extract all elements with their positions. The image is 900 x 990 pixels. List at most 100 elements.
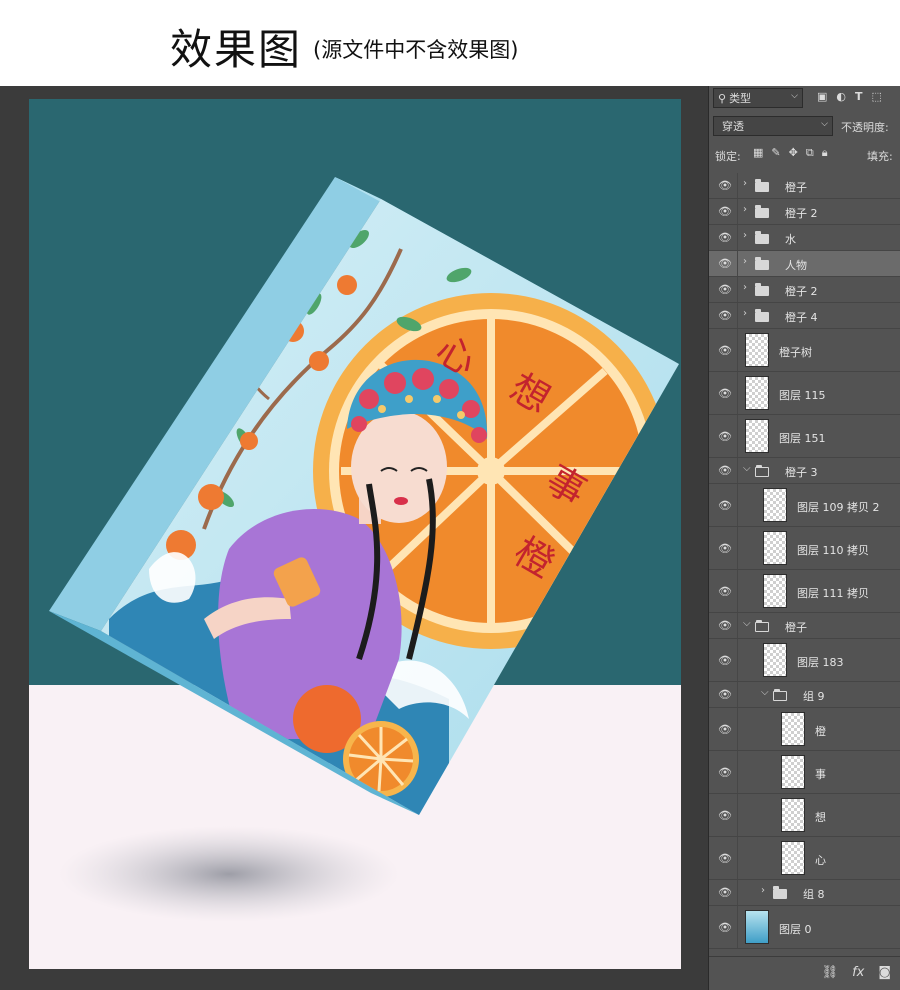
layer-row[interactable]: 👁︎ 事: [709, 751, 900, 794]
shape-filter-icon[interactable]: ⬚: [872, 90, 882, 103]
visibility-divider: [737, 303, 738, 328]
eye-icon[interactable]: 👁︎: [716, 809, 734, 822]
chevron-right-icon[interactable]: ›: [743, 308, 747, 319]
folder-icon: [755, 620, 769, 632]
chevron-right-icon[interactable]: ›: [743, 256, 747, 267]
visibility-divider: [737, 682, 738, 707]
visibility-divider: [737, 906, 738, 948]
link-icon[interactable]: ⛓: [822, 965, 839, 980]
layer-group-row[interactable]: 👁︎ › 橙子: [709, 173, 900, 199]
layer-thumbnail: [763, 488, 787, 522]
eye-icon[interactable]: 👁︎: [716, 886, 734, 899]
lock-position-icon[interactable]: ✥: [789, 146, 798, 160]
lock-all-icon[interactable]: 🔒︎: [822, 146, 828, 160]
layer-group-row[interactable]: 👁︎ › 人物: [709, 251, 900, 277]
layer-row[interactable]: 👁︎ 想: [709, 794, 900, 837]
panel-footer: ⛓ fx ◙: [709, 956, 900, 990]
eye-icon[interactable]: 👁︎: [716, 344, 734, 357]
visibility-divider: [737, 415, 738, 457]
eye-icon[interactable]: 👁︎: [716, 585, 734, 598]
layer-group-row[interactable]: 👁︎ ⌵ 橙子 3: [709, 458, 900, 484]
layer-group-row[interactable]: 👁︎ ⌵ 橙子: [709, 613, 900, 639]
layer-row[interactable]: 👁︎ 图层 0: [709, 906, 900, 949]
eye-icon[interactable]: 👁︎: [716, 654, 734, 667]
layer-thumbnail: [763, 531, 787, 565]
chevron-right-icon[interactable]: ›: [761, 885, 765, 896]
eye-icon[interactable]: 👁︎: [716, 257, 734, 270]
eye-icon[interactable]: 👁︎: [716, 430, 734, 443]
chevron-down-icon[interactable]: ⌵: [761, 687, 769, 698]
eye-icon[interactable]: 👁︎: [716, 231, 734, 244]
eye-icon[interactable]: 👁︎: [716, 309, 734, 322]
chevron-right-icon[interactable]: ›: [743, 204, 747, 215]
layer-name: 图层 109 拷贝 2: [797, 500, 880, 514]
visibility-divider: [737, 277, 738, 302]
layer-row[interactable]: 👁︎ 橙: [709, 708, 900, 751]
layer-name: 橙子 4: [785, 311, 818, 324]
layer-name: 图层 183: [797, 655, 844, 669]
chevron-down-icon[interactable]: ⌵: [743, 618, 751, 629]
visibility-divider: [737, 199, 738, 224]
eye-icon[interactable]: 👁︎: [716, 542, 734, 555]
layer-group-row[interactable]: 👁︎ › 橙子 4: [709, 303, 900, 329]
visibility-divider: [737, 251, 738, 276]
visibility-divider: [737, 570, 738, 612]
opacity-label: 不透明度:: [841, 121, 889, 134]
chevron-down-icon[interactable]: ⌵: [743, 463, 751, 474]
eye-icon[interactable]: 👁︎: [716, 688, 734, 701]
eye-icon[interactable]: 👁︎: [716, 179, 734, 192]
layer-row[interactable]: 👁︎ 图层 151: [709, 415, 900, 458]
document-canvas[interactable]: 心 想 事 橙: [29, 99, 681, 969]
box-shadow: [59, 826, 399, 922]
layer-row[interactable]: 👁︎ 橙子树: [709, 329, 900, 372]
fx-icon[interactable]: fx: [852, 965, 864, 980]
layer-row[interactable]: 👁︎ 图层 109 拷贝 2: [709, 484, 900, 527]
eye-icon[interactable]: 👁︎: [716, 852, 734, 865]
visibility-divider: [737, 225, 738, 250]
eye-icon[interactable]: 👁︎: [716, 387, 734, 400]
layer-group-row[interactable]: 👁︎ ⌵ 组 9: [709, 682, 900, 708]
chevron-right-icon[interactable]: ›: [743, 230, 747, 241]
eye-icon[interactable]: 👁︎: [716, 766, 734, 779]
folder-icon: [773, 886, 787, 899]
folder-icon: [755, 283, 769, 296]
lock-transparency-icon[interactable]: ▦: [753, 146, 763, 160]
lock-artboard-icon[interactable]: ⧉: [806, 146, 814, 160]
layer-name: 人物: [785, 259, 807, 272]
image-filter-icon[interactable]: ▣: [817, 90, 827, 103]
eye-icon[interactable]: 👁︎: [716, 205, 734, 218]
layer-group-row[interactable]: 👁︎ › 橙子 2: [709, 199, 900, 225]
layer-name: 事: [815, 767, 826, 781]
mask-icon[interactable]: ◙: [878, 965, 891, 980]
layer-row[interactable]: 👁︎ 图层 115: [709, 372, 900, 415]
eye-icon[interactable]: 👁︎: [716, 499, 734, 512]
layer-group-row[interactable]: 👁︎ › 橙子 2: [709, 277, 900, 303]
layer-row[interactable]: 👁︎ 图层 111 拷贝: [709, 570, 900, 613]
blend-mode-value: 穿透: [722, 120, 744, 133]
visibility-divider: [737, 794, 738, 836]
visibility-divider: [737, 837, 738, 879]
layer-group-row[interactable]: 👁︎ › 水: [709, 225, 900, 251]
eye-icon[interactable]: 👁︎: [716, 283, 734, 296]
filter-icons: ▣ ◐ T ⬚: [817, 90, 882, 103]
chevron-right-icon[interactable]: ›: [743, 178, 747, 189]
eye-icon[interactable]: 👁︎: [716, 619, 734, 632]
filter-kind-select[interactable]: ⚲ 类型 ⌵: [713, 88, 803, 108]
layer-name: 图层 151: [779, 431, 826, 445]
eye-icon[interactable]: 👁︎: [716, 921, 734, 934]
layer-group-row[interactable]: 👁︎ › 组 8: [709, 880, 900, 906]
adjustment-filter-icon[interactable]: ◐: [836, 90, 846, 103]
folder-icon: [755, 205, 769, 218]
type-filter-icon[interactable]: T: [855, 90, 863, 103]
visibility-divider: [737, 527, 738, 569]
eye-icon[interactable]: 👁︎: [716, 464, 734, 477]
filter-kind-label: 类型: [729, 92, 752, 105]
layer-row[interactable]: 👁︎ 图层 183: [709, 639, 900, 682]
search-icon: ⚲: [718, 91, 727, 105]
chevron-right-icon[interactable]: ›: [743, 282, 747, 293]
lock-pixels-icon[interactable]: ✎: [771, 146, 780, 160]
blend-mode-select[interactable]: 穿透 ⌵: [713, 116, 833, 136]
layer-row[interactable]: 👁︎ 图层 110 拷贝: [709, 527, 900, 570]
eye-icon[interactable]: 👁︎: [716, 723, 734, 736]
layer-row[interactable]: 👁︎ 心: [709, 837, 900, 880]
